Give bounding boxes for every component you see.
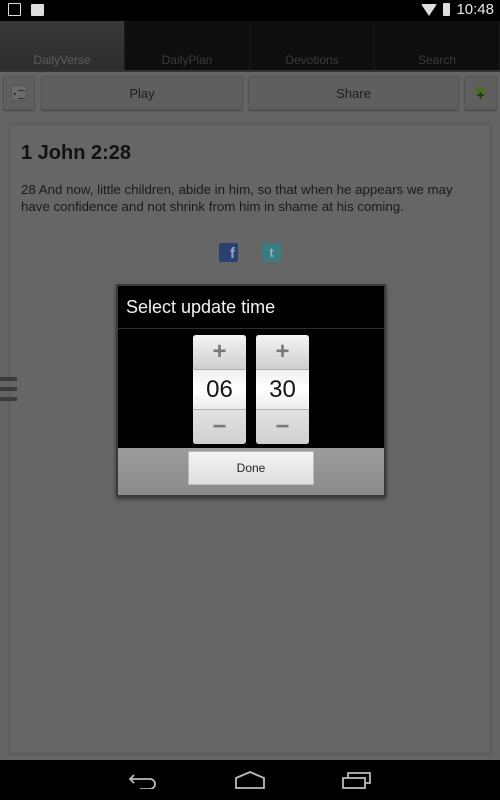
done-button[interactable]: Done (188, 451, 314, 485)
hour-picker: + 06 − (193, 335, 246, 444)
minute-value[interactable]: 30 (256, 369, 309, 410)
verse-reference: 1 John 2:28 (21, 142, 132, 164)
tab-search[interactable]: Search (375, 21, 500, 70)
minute-picker: + 30 − (256, 335, 309, 444)
handle-line (0, 397, 17, 401)
verse-text: 28 And now, little children, abide in hi… (21, 182, 453, 214)
image-notification-icon (8, 3, 21, 16)
toolbar: Play Share ♥ + (0, 74, 500, 114)
recent-apps-icon (342, 772, 371, 789)
home-icon (235, 771, 265, 789)
hour-increment-button[interactable]: + (193, 335, 246, 369)
drawer-handle[interactable] (0, 377, 17, 407)
clipboard-notification-icon (31, 4, 44, 16)
hour-decrement-button[interactable]: − (193, 410, 246, 444)
dialog-title: Select update time (118, 286, 384, 329)
battery-icon (443, 3, 451, 16)
home-button[interactable] (230, 768, 270, 792)
share-button[interactable]: Share (248, 76, 459, 110)
twitter-icon[interactable]: t (262, 243, 281, 262)
status-bar: 10:48 (0, 0, 500, 21)
list-icon (11, 85, 27, 101)
hour-value[interactable]: 06 (193, 369, 246, 410)
navigation-bar (0, 760, 500, 800)
tab-dailyverse[interactable]: DailyVerse (0, 21, 125, 70)
update-time-dialog: Select update time + 06 − + 30 − Done (116, 284, 386, 497)
tab-devotions[interactable]: Devotions (250, 21, 375, 70)
tab-dailyplan[interactable]: DailyPlan (125, 21, 250, 70)
time-picker: + 06 − + 30 − (118, 329, 384, 450)
handle-line (0, 377, 17, 381)
recent-apps-button[interactable] (337, 768, 377, 792)
handle-line (0, 387, 17, 391)
back-button[interactable] (123, 768, 163, 792)
menu-button[interactable] (3, 76, 35, 110)
tab-bar: DailyVerse DailyPlan Devotions Search (0, 21, 500, 72)
wifi-icon (421, 3, 438, 16)
facebook-icon[interactable]: f (219, 243, 238, 262)
minute-increment-button[interactable]: + (256, 335, 309, 369)
screen: 10:48 DailyVerse DailyPlan Devotions Sea… (0, 0, 500, 800)
minute-decrement-button[interactable]: − (256, 410, 309, 444)
add-favorite-button[interactable]: ♥ + (464, 76, 497, 110)
social-share: f t (21, 243, 479, 262)
play-button[interactable]: Play (41, 76, 243, 110)
back-icon (128, 774, 156, 789)
heart-plus-icon: ♥ + (473, 79, 488, 106)
dialog-footer: Done (118, 448, 384, 495)
clock: 10:48 (456, 1, 494, 18)
